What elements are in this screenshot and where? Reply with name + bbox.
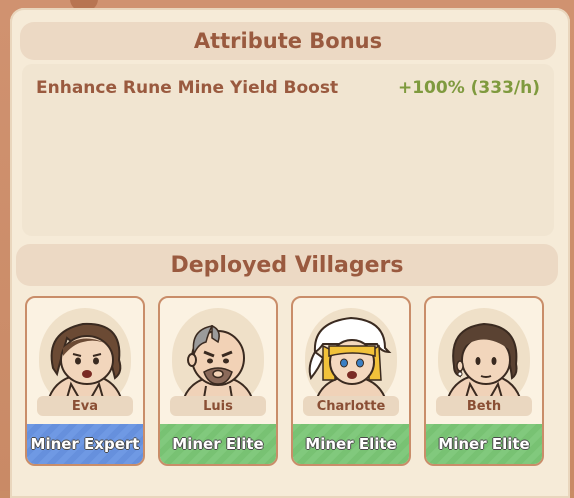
beth-portrait-icon [446,322,522,399]
attribute-row: Enhance Rune Mine Yield Boost +100% (333… [36,78,540,98]
villager-card-beth[interactable]: Beth Miner Elite [424,296,544,466]
villager-card-eva[interactable]: Eva Miner Expert [25,296,145,466]
villager-name: Eva [37,396,133,416]
villager-role-badge: Miner Elite [426,424,542,464]
attribute-name: Enhance Rune Mine Yield Boost [36,78,339,98]
villager-name: Luis [170,396,266,416]
villager-role-badge: Miner Expert [27,424,143,464]
villager-name: Beth [436,396,532,416]
villager-card-charlotte[interactable]: Charlotte Miner Elite [291,296,411,466]
villager-card-luis[interactable]: Luis Miner Elite [158,296,278,466]
attribute-bonus-list: Enhance Rune Mine Yield Boost +100% (333… [22,64,554,236]
villager-role-badge: Miner Elite [160,424,276,464]
eva-portrait-icon [47,322,123,399]
deployed-villagers-header: Deployed Villagers [16,244,558,286]
attribute-bonus-header: Attribute Bonus [20,22,556,60]
popup-frame: Attribute Bonus Enhance Rune Mine Yield … [0,0,574,498]
villager-cards: Eva Miner Expert Luis Miner Elite Charlo… [25,296,549,470]
attribute-value: +100% (333/h) [397,78,540,98]
deployed-villagers-title: Deployed Villagers [170,252,404,278]
charlotte-portrait-icon [308,316,392,399]
luis-portrait-icon [182,324,254,399]
villager-name: Charlotte [303,396,399,416]
villager-role-badge: Miner Elite [293,424,409,464]
attribute-bonus-title: Attribute Bonus [193,29,383,53]
